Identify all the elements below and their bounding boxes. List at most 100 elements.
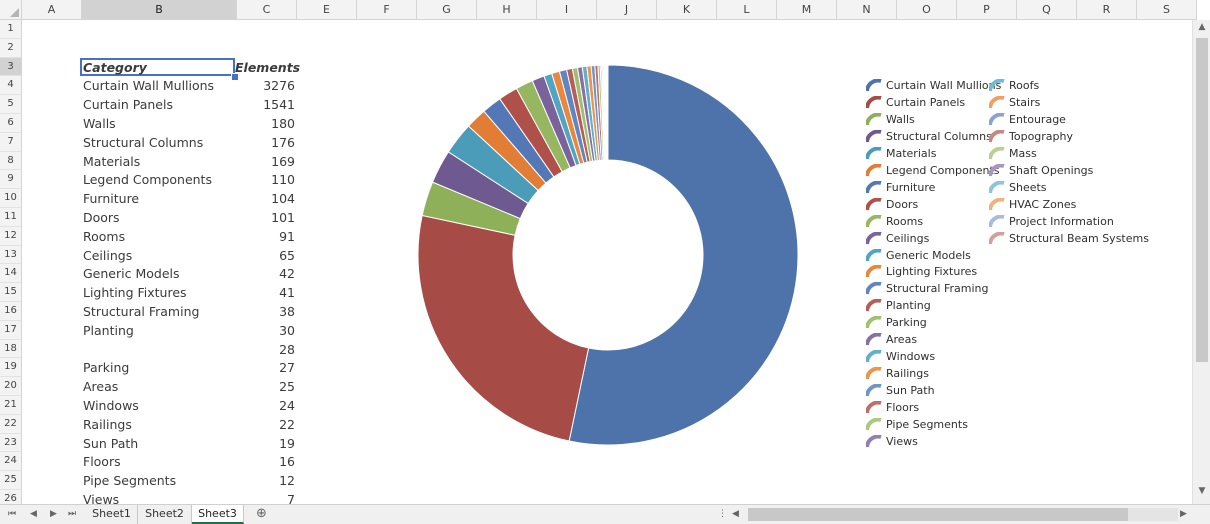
scroll-down-icon[interactable]: ▼ [1193, 486, 1210, 496]
legend-item[interactable]: Topography [989, 129, 1073, 144]
select-all-corner[interactable] [0, 0, 22, 20]
legend-item[interactable]: Doors [866, 197, 918, 212]
elements-cell[interactable]: 38 [235, 304, 295, 319]
legend-item[interactable]: Planting [866, 299, 931, 313]
row-header-24[interactable]: 24 [0, 452, 22, 472]
legend-item[interactable]: Curtain Wall Mullions [866, 79, 1001, 93]
row-header-6[interactable]: 6 [0, 114, 22, 133]
elements-cell[interactable]: 22 [235, 417, 295, 432]
category-cell[interactable]: Doors [83, 210, 120, 225]
column-header-M[interactable]: M [777, 0, 837, 20]
category-cell[interactable]: Curtain Wall Mullions [83, 78, 214, 93]
legend-item[interactable]: Sheets [989, 180, 1047, 195]
row-header-20[interactable]: 20 [0, 377, 22, 396]
elements-cell[interactable]: 41 [235, 285, 295, 300]
legend-item[interactable]: Roofs [989, 79, 1039, 93]
category-cell[interactable]: Walls [83, 116, 116, 131]
category-cell[interactable]: Sun Path [83, 436, 138, 451]
row-header-12[interactable]: 12 [0, 226, 22, 246]
row-header-5[interactable]: 5 [0, 95, 22, 114]
row-header-2[interactable]: 2 [0, 38, 22, 58]
legend-item[interactable]: Rooms [866, 214, 923, 229]
legend-item[interactable]: Floors [866, 401, 919, 415]
column-header-P[interactable]: P [957, 0, 1017, 20]
scroll-right-icon[interactable]: ▶ [1180, 505, 1187, 523]
category-cell[interactable]: Windows [83, 398, 139, 413]
column-header-O[interactable]: O [897, 0, 957, 20]
column-header-S[interactable]: S [1137, 0, 1197, 20]
legend-item[interactable]: Walls [866, 112, 915, 127]
column-header-N[interactable]: N [837, 0, 897, 20]
elements-header[interactable]: Elements [235, 60, 300, 75]
vertical-scrollbar[interactable]: ▲ ▼ [1192, 20, 1210, 504]
horizontal-scrollbar[interactable] [748, 508, 1178, 521]
column-header-A[interactable]: A [22, 0, 82, 20]
next-sheet-icon[interactable]: ▶ [50, 505, 57, 523]
row-header-11[interactable]: 11 [0, 208, 22, 227]
legend-item[interactable]: Structural Columns [866, 129, 992, 144]
column-header-I[interactable]: I [537, 0, 597, 20]
row-header-23[interactable]: 23 [0, 433, 22, 453]
category-cell[interactable]: Lighting Fixtures [83, 285, 187, 300]
legend-item[interactable]: Structural Beam Systems [989, 231, 1149, 246]
column-header-Q[interactable]: Q [1017, 0, 1077, 20]
row-header-17[interactable]: 17 [0, 320, 22, 340]
column-header-G[interactable]: G [417, 0, 477, 20]
legend-item[interactable]: Ceilings [866, 231, 929, 246]
elements-cell[interactable]: 28 [235, 342, 295, 357]
row-header-18[interactable]: 18 [0, 339, 22, 359]
elements-cell[interactable]: 3276 [235, 78, 295, 93]
row-header-25[interactable]: 25 [0, 471, 22, 490]
prev-sheet-icon[interactable]: ◀ [30, 505, 37, 523]
category-cell[interactable]: Generic Models [83, 266, 180, 281]
slice-curtain-panels[interactable] [417, 214, 590, 442]
elements-cell[interactable]: 27 [235, 360, 295, 375]
legend-item[interactable]: Materials [866, 146, 936, 161]
elements-cell[interactable]: 30 [235, 323, 295, 338]
row-header-19[interactable]: 19 [0, 358, 22, 378]
category-cell[interactable]: Parking [83, 360, 129, 375]
row-header-14[interactable]: 14 [0, 264, 22, 284]
legend-item[interactable]: Sun Path [866, 384, 935, 398]
legend-item[interactable]: Generic Models [866, 248, 971, 263]
vertical-scroll-thumb[interactable] [1196, 38, 1208, 362]
elements-cell[interactable]: 25 [235, 379, 295, 394]
elements-cell[interactable]: 110 [235, 172, 295, 187]
category-cell[interactable]: Areas [83, 379, 118, 394]
elements-cell[interactable]: 180 [235, 116, 295, 131]
elements-cell[interactable]: 42 [235, 266, 295, 281]
category-header[interactable]: Category [83, 60, 147, 75]
row-header-21[interactable]: 21 [0, 396, 22, 415]
legend-item[interactable]: Curtain Panels [866, 95, 965, 110]
legend-item[interactable]: Legend Components [866, 163, 1000, 178]
category-cell[interactable]: Furniture [83, 191, 139, 206]
column-header-C[interactable]: C [237, 0, 297, 20]
legend-item[interactable]: Mass [989, 146, 1037, 161]
column-header-K[interactable]: K [657, 0, 717, 20]
category-cell[interactable]: Floors [83, 454, 121, 469]
tab-sheet3[interactable]: Sheet3 [192, 505, 244, 524]
column-header-R[interactable]: R [1077, 0, 1137, 20]
elements-cell[interactable]: 169 [235, 154, 295, 169]
elements-cell[interactable]: 176 [235, 135, 295, 150]
add-sheet-icon[interactable]: ⊕ [256, 505, 267, 523]
row-header-15[interactable]: 15 [0, 283, 22, 302]
category-cell[interactable]: Railings [83, 417, 132, 432]
elements-cell[interactable]: 24 [235, 398, 295, 413]
legend-item[interactable]: Furniture [866, 180, 935, 195]
category-cell[interactable]: Pipe Segments [83, 473, 176, 488]
legend-item[interactable]: HVAC Zones [989, 197, 1076, 212]
legend-item[interactable]: Shaft Openings [989, 163, 1093, 178]
category-cell[interactable]: Structural Framing [83, 304, 199, 319]
legend-item[interactable]: Parking [866, 316, 927, 330]
splitter-handle-icon[interactable]: ⋮ [718, 505, 727, 523]
legend-item[interactable]: Project Information [989, 214, 1114, 229]
tab-sheet1[interactable]: Sheet1 [86, 505, 138, 524]
elements-cell[interactable]: 65 [235, 248, 295, 263]
category-cell[interactable]: Curtain Panels [83, 97, 173, 112]
legend-item[interactable]: Lighting Fixtures [866, 265, 977, 279]
legend-item[interactable]: Pipe Segments [866, 418, 968, 432]
legend-item[interactable]: Windows [866, 350, 935, 364]
tab-sheet2[interactable]: Sheet2 [138, 505, 192, 524]
column-header-H[interactable]: H [477, 0, 537, 20]
